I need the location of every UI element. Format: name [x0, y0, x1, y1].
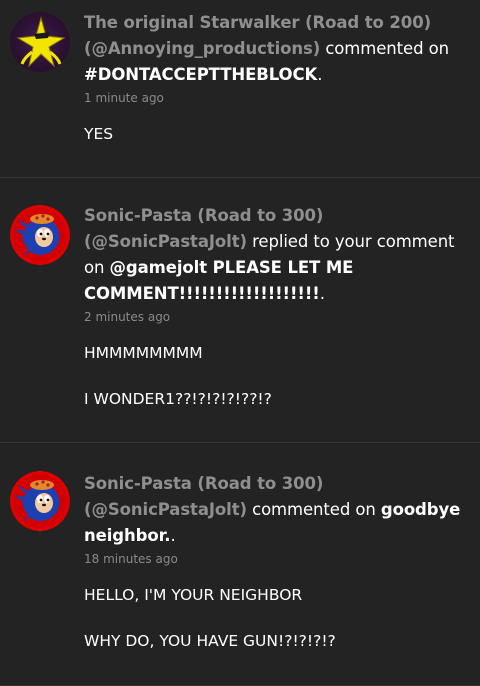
- sonic-pasta-icon: [10, 471, 70, 531]
- notification-headline: Sonic-Pasta (Road to 300) (@SonicPastaJo…: [84, 203, 468, 307]
- timestamp: 1 minute ago: [84, 91, 164, 105]
- target-suffix: .: [170, 526, 176, 545]
- comment-line: YES: [84, 125, 114, 143]
- avatar[interactable]: [10, 471, 70, 531]
- timestamp: 2 minutes ago: [84, 310, 171, 324]
- comment-body: HMMMMMMMM I WONDER1??!?!?!?!??!?: [84, 343, 468, 409]
- comment-line: WHY DO, YOU HAVE GUN!?!?!?!?: [84, 632, 336, 650]
- notification-item[interactable]: The original Starwalker (Road to 200) (@…: [0, 0, 480, 178]
- comment-line: HELLO, I'M YOUR NEIGHBOR: [84, 586, 303, 604]
- user-name-link[interactable]: The original Starwalker (Road to 200): [84, 13, 431, 32]
- notification-feed: The original Starwalker (Road to 200) (@…: [0, 0, 480, 686]
- target-suffix: .: [317, 65, 323, 84]
- notification-content: Sonic-Pasta (Road to 300) (@SonicPastaJo…: [84, 203, 468, 435]
- user-handle-link[interactable]: (@SonicPastaJolt): [84, 500, 247, 519]
- target-link[interactable]: @gamejolt PLEASE LET ME COMMENT!!!!!!!!!…: [84, 258, 353, 303]
- notification-content: The original Starwalker (Road to 200) (@…: [84, 10, 468, 170]
- user-name-link[interactable]: Sonic-Pasta (Road to 300): [84, 474, 323, 493]
- avatar[interactable]: [10, 205, 70, 265]
- comment-line: HMMMMMMMM: [84, 344, 203, 362]
- sonic-pasta-icon: [10, 205, 70, 265]
- notification-content: Sonic-Pasta (Road to 300) (@SonicPastaJo…: [84, 471, 468, 677]
- notification-item[interactable]: Sonic-Pasta (Road to 300) (@SonicPastaJo…: [0, 443, 480, 686]
- notification-headline: The original Starwalker (Road to 200) (@…: [84, 10, 468, 88]
- comment-line: I WONDER1??!?!?!?!??!?: [84, 390, 272, 408]
- user-name-link[interactable]: Sonic-Pasta (Road to 300): [84, 206, 323, 225]
- starwalker-star-icon: [10, 12, 70, 72]
- comment-body: YES: [84, 124, 468, 144]
- notification-item[interactable]: Sonic-Pasta (Road to 300) (@SonicPastaJo…: [0, 178, 480, 443]
- user-handle-link[interactable]: (@SonicPastaJolt): [84, 232, 247, 251]
- user-handle-link[interactable]: (@Annoying_productions): [84, 39, 320, 58]
- timestamp: 18 minutes ago: [84, 552, 178, 566]
- target-suffix: .: [319, 284, 325, 303]
- comment-body: HELLO, I'M YOUR NEIGHBOR WHY DO, YOU HAV…: [84, 585, 468, 651]
- action-text: commented on: [325, 39, 449, 58]
- avatar[interactable]: [10, 12, 70, 72]
- action-text: commented on: [252, 500, 376, 519]
- notification-headline: Sonic-Pasta (Road to 300) (@SonicPastaJo…: [84, 471, 468, 549]
- target-link[interactable]: #DONTACCEPTTHEBLOCK: [84, 65, 317, 84]
